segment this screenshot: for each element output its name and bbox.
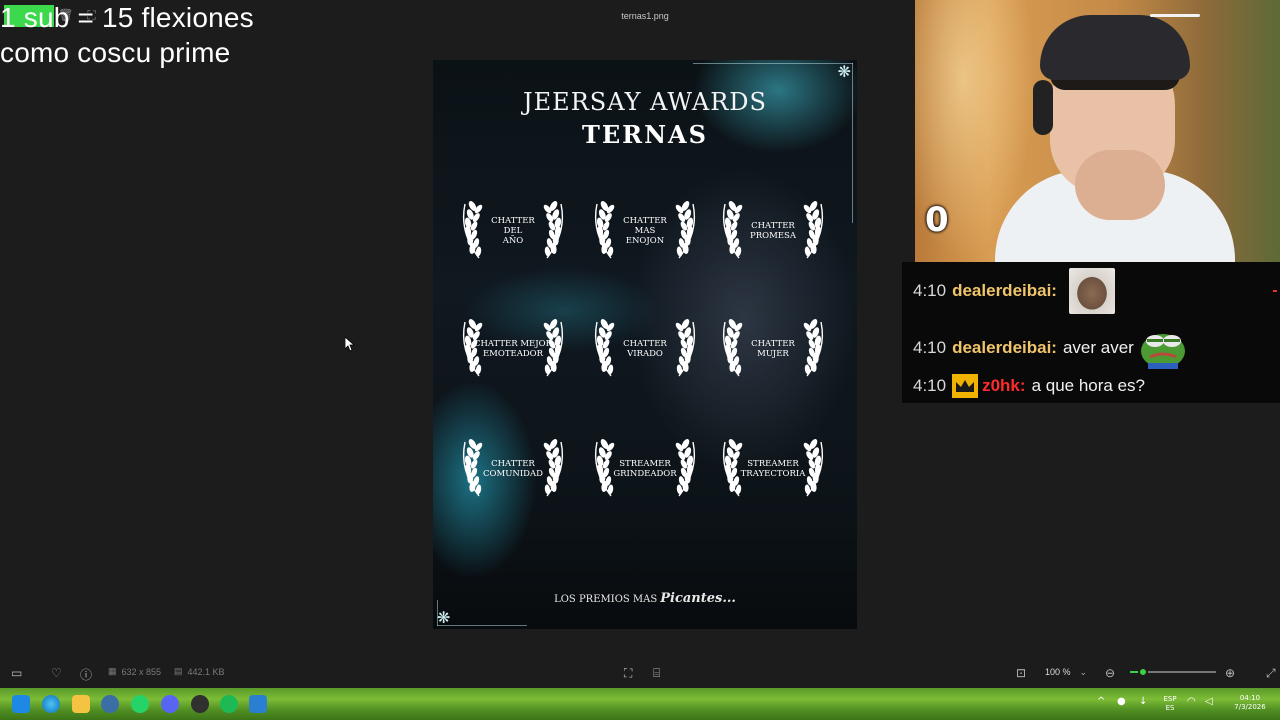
poster-footer-accent: Picantes... (660, 591, 736, 606)
headset-icon (1033, 80, 1053, 135)
award-category-label: CHATTER VIRADO (623, 339, 667, 359)
obs-icon[interactable] (191, 695, 209, 713)
award-category-laurel: STREAMER GRINDEADOR (589, 438, 701, 500)
poster-subtitle: TERNAS (582, 120, 708, 149)
award-category-laurel: CHATTER MAS ENOJON (589, 200, 701, 262)
download-tray-icon[interactable]: ↓ (1139, 697, 1147, 707)
award-category-laurel: CHATTER PROMESA (717, 200, 829, 262)
volume-icon[interactable]: ◁ (1205, 697, 1213, 707)
wifi-icon[interactable]: ◠ (1187, 697, 1196, 707)
whatsapp-icon[interactable] (131, 695, 149, 713)
chat-message: 4:10 dealerdeibai: (913, 268, 1115, 314)
photos-icon[interactable] (249, 695, 267, 713)
webcam-feed: 0 (915, 0, 1280, 262)
spotify-icon[interactable] (220, 695, 238, 713)
zoom-in-icon[interactable]: ⊕ (1225, 666, 1235, 680)
windows-taskbar: ^ ● ↓ ESP ES ◠ ◁ 04:10 7/3/2026 (0, 688, 1280, 720)
award-category-laurel: CHATTER VIRADO (589, 318, 701, 380)
poster-footer: LOS PREMIOS MAS Picantes... (433, 591, 857, 606)
chat-time: 4:10 (913, 281, 947, 300)
award-category-laurel: STREAMER TRAYECTORIA (717, 438, 829, 500)
award-category-label: CHATTER COMUNIDAD (483, 459, 543, 479)
corner-ornament-icon: ❋ (437, 608, 451, 627)
dimensions-icon: ▦ (108, 666, 117, 676)
award-category-label: STREAMER TRAYECTORIA (740, 459, 806, 479)
file-size-icon: ▤ (174, 666, 183, 676)
chat-text: aver aver (1062, 338, 1134, 357)
poster-footer-text: LOS PREMIOS MAS (554, 594, 658, 605)
chevron-up-icon[interactable]: ^ (1097, 697, 1105, 707)
chevron-down-icon: ⌄ (1079, 666, 1087, 677)
award-category-laurel: CHATTER COMUNIDAD (457, 438, 569, 500)
language-indicator[interactable]: ESP ES (1160, 695, 1180, 713)
zoom-slider[interactable] (1130, 667, 1216, 677)
viewer-file-title: ternas1.png (621, 11, 669, 21)
clock-date: 7/3/2026 (1234, 703, 1266, 711)
edge-icon[interactable] (42, 695, 60, 713)
ring-light (1150, 14, 1200, 17)
file-size: ▤ 442.1 KB (174, 666, 225, 677)
award-category-label: CHATTER MAS ENOJON (623, 216, 667, 246)
hamster-emote-icon (1068, 268, 1115, 314)
corner-ornament-icon: ❋ (837, 62, 851, 81)
award-category-laurel: CHATTER MUJER (717, 318, 829, 380)
zoom-level-dropdown[interactable]: 100 % ⌄ (1040, 664, 1092, 680)
scan-text-icon[interactable]: ⛶ (624, 666, 632, 681)
keyboard-layout: ES (1165, 704, 1175, 712)
award-category-laurel: CHATTER MEJOR EMOTEADOR (457, 318, 569, 380)
viewer-status-bar: ▭ ♡ ⓘ ▦ 632 x 855 ▤ 442.1 KB ⛶ ⌸ ⊡ 100 %… (0, 658, 1280, 686)
award-category-label: CHATTER DEL AÑO (491, 216, 535, 246)
image-dimensions-text: 632 x 855 (121, 666, 162, 677)
chat-message: 4:10 z0hk: a que hora es? (913, 373, 1145, 399)
award-category-label: CHATTER MEJOR EMOTEADOR (473, 339, 553, 359)
favorite-heart-icon[interactable]: ♡ (51, 666, 62, 680)
discord-icon[interactable] (161, 695, 179, 713)
info-icon[interactable]: ⓘ (80, 666, 92, 683)
poster-title: JEERSAY AWARDS (523, 88, 767, 116)
visual-search-icon[interactable]: ⌸ (653, 666, 660, 681)
chat-time: 4:10 (913, 376, 947, 395)
chat-username: z0hk: (982, 376, 1026, 395)
award-category-label: STREAMER GRINDEADOR (613, 459, 677, 479)
crown-badge-icon (952, 374, 979, 398)
poster-frame-line (693, 63, 853, 64)
zoom-out-icon[interactable]: ⊖ (1105, 666, 1115, 680)
streamer-hand (1075, 150, 1165, 220)
mouse-cursor-icon (345, 337, 355, 352)
fullscreen-icon[interactable]: ⤢ (1266, 666, 1276, 681)
chat-text: a que hora es? (1031, 376, 1145, 395)
file-size-text: 442.1 KB (187, 666, 225, 677)
poster-frame-line (437, 625, 527, 626)
clock[interactable]: 04:10 7/3/2026 (1233, 694, 1267, 712)
discord-tray-icon[interactable]: ● (1117, 697, 1126, 707)
overlay-sub-goal-text: 1 sub = 15 flexiones (0, 2, 254, 33)
poster-image: ❋ ❋ JEERSAY AWARDS TERNAS CHATTER DEL AÑ… (433, 60, 857, 629)
award-category-laurel: CHATTER DEL AÑO (457, 200, 569, 262)
chat-overlay: 4:10 dealerdeibai: 4:10 dealerdeibai: av… (902, 262, 1280, 403)
desktop-screen: ternas1.png ✎ ⟲ 🗑 ⛶ 1 sub = 15 flexiones… (0, 0, 1280, 720)
webcam-counter: 0 (925, 200, 949, 240)
award-category-label: CHATTER PROMESA (750, 221, 796, 241)
award-category-label: CHATTER MUJER (751, 339, 795, 359)
zoom-slider-thumb[interactable] (1137, 667, 1148, 677)
fit-to-window-icon[interactable]: ⊡ (1016, 666, 1026, 680)
chat-username: dealerdeibai: (952, 281, 1057, 300)
file-explorer-icon[interactable] (72, 695, 90, 713)
language-code: ESP (1163, 695, 1177, 703)
overlay-sub-goal-subtext: como coscu prime (0, 37, 231, 68)
chat-time: 4:10 (913, 338, 947, 357)
zoom-level-text: 100 % (1045, 667, 1071, 677)
chrome-icon[interactable] (101, 695, 119, 713)
image-dimensions: ▦ 632 x 855 (108, 666, 161, 677)
filmstrip-icon[interactable]: ▭ (11, 666, 22, 680)
chat-username: dealerdeibai: (952, 338, 1057, 357)
chat-message: 4:10 dealerdeibai: aver aver (913, 326, 1188, 370)
start-icon[interactable] (12, 695, 30, 713)
streamer-bandana (1040, 15, 1190, 80)
clock-time: 04:10 (1239, 694, 1261, 702)
pepe-emote-icon (1140, 334, 1185, 369)
